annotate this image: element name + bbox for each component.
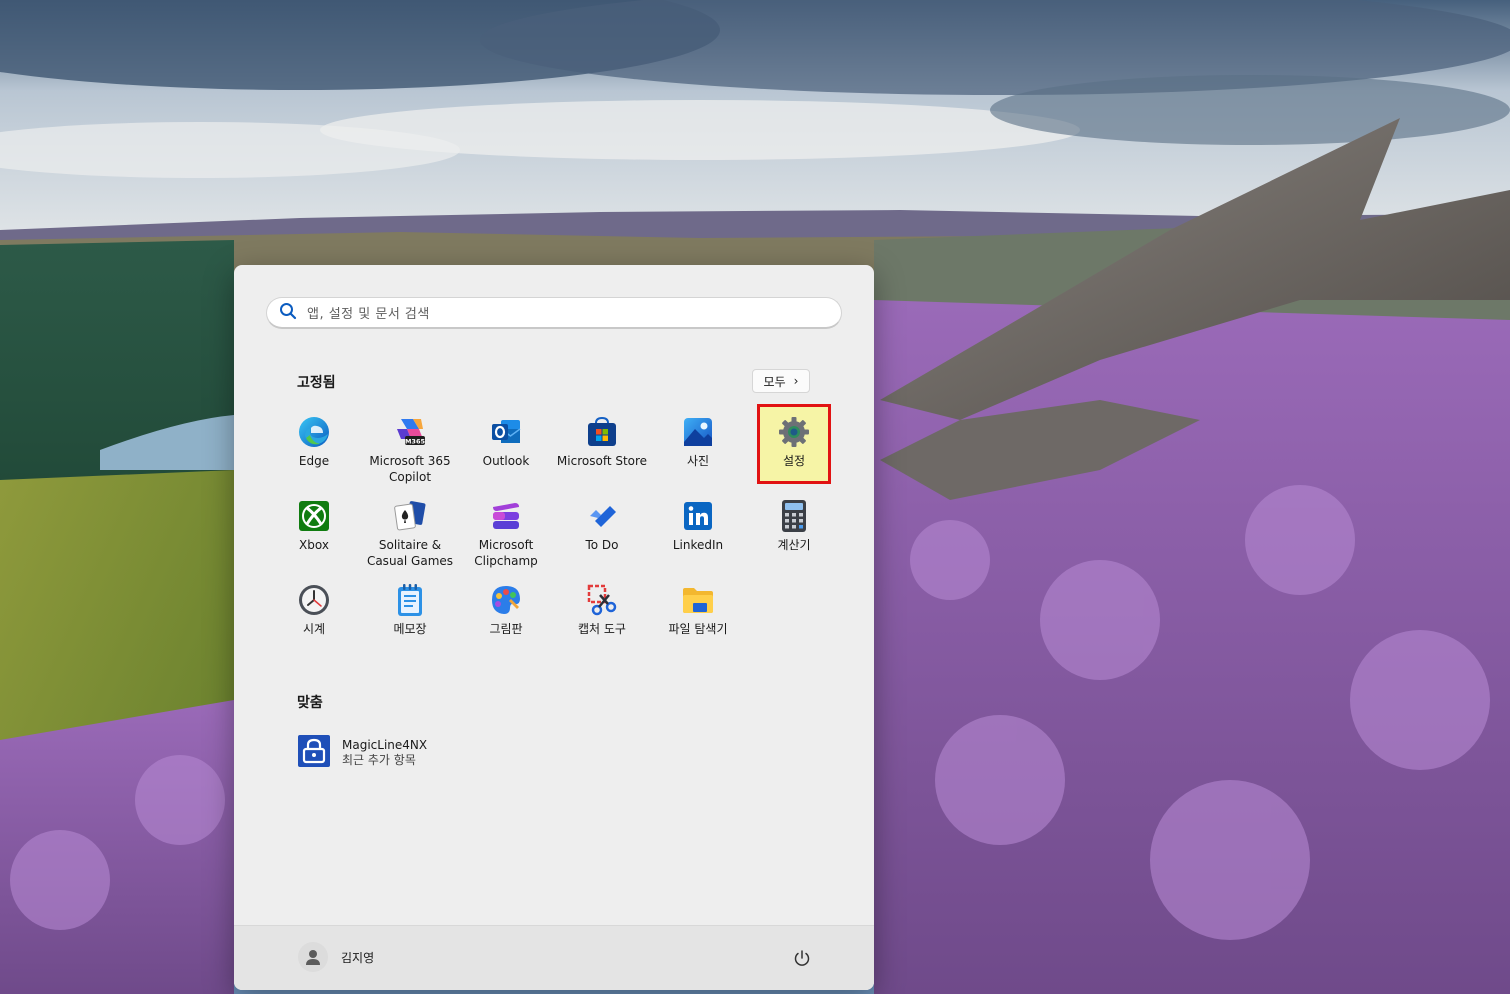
app-label: Microsoft Clipchamp [474, 538, 538, 568]
user-name: 김지영 [341, 950, 375, 965]
notepad-icon [393, 583, 427, 617]
magicline-lock-icon [298, 735, 330, 771]
app-label: 설정 [782, 454, 806, 468]
all-apps-label: 모두 [763, 374, 786, 389]
xbox-icon [297, 499, 331, 533]
app-label: Outlook [482, 454, 530, 468]
clipchamp-icon [489, 499, 523, 533]
pinned-app-snipping-tool[interactable]: 캡처 도구 [554, 573, 650, 657]
power-icon [794, 950, 810, 966]
user-icon [306, 950, 320, 965]
app-label: 시계 [302, 622, 326, 636]
pinned-app-store[interactable]: Microsoft Store [554, 405, 650, 489]
clock-icon [297, 583, 331, 617]
app-label: 캡처 도구 [578, 622, 626, 636]
pinned-app-photos[interactable]: 사진 [650, 405, 746, 489]
search-placeholder: 앱, 설정 및 문서 검색 [307, 307, 430, 322]
search-icon [279, 302, 297, 324]
chevron-right-icon: › [793, 374, 799, 388]
start-menu-footer: 김지영 [234, 925, 874, 990]
app-label: 그림판 [489, 622, 523, 636]
pinned-section-title: 고정됨 [297, 375, 336, 391]
pinned-app-paint[interactable]: 그림판 [458, 573, 554, 657]
recommended-item-subtitle: 최근 추가 항목 [342, 753, 416, 767]
pinned-app-calculator[interactable]: 계산기 [746, 489, 842, 573]
pinned-app-linkedin[interactable]: LinkedIn [650, 489, 746, 573]
pinned-app-clipchamp[interactable]: Microsoft Clipchamp [458, 489, 554, 573]
app-label: 계산기 [777, 538, 811, 552]
pinned-app-clock[interactable]: 시계 [266, 573, 362, 657]
outlook-icon [489, 415, 523, 449]
app-label: Xbox [299, 538, 329, 552]
todo-icon [585, 499, 619, 533]
power-button[interactable] [790, 946, 814, 970]
m365-copilot-icon: M365 [393, 415, 427, 449]
app-label: LinkedIn [672, 538, 724, 552]
edge-icon [297, 415, 331, 449]
linkedin-icon [681, 499, 715, 533]
search-input[interactable]: 앱, 설정 및 문서 검색 [266, 297, 842, 329]
pinned-app-file-explorer[interactable]: 파일 탐색기 [650, 573, 746, 657]
recommended-item-name: MagicLine4NX [342, 738, 428, 752]
pinned-app-outlook[interactable]: Outlook [458, 405, 554, 489]
paint-icon [489, 583, 523, 617]
app-label: Microsoft Store [556, 454, 648, 468]
all-apps-button[interactable]: 모두 › [752, 369, 810, 393]
user-account-button[interactable]: 김지영 [298, 942, 374, 972]
pinned-app-settings[interactable]: 설정 [757, 404, 831, 484]
app-label: To Do [585, 538, 619, 552]
app-label: Microsoft 365 Copilot [369, 454, 451, 484]
snipping-tool-icon [585, 583, 619, 617]
recommended-section-title: 맞춤 [297, 695, 323, 711]
pinned-app-solitaire[interactable]: Solitaire & Casual Games [362, 489, 458, 573]
pinned-app-xbox[interactable]: Xbox [266, 489, 362, 573]
app-label: Solitaire & Casual Games [366, 538, 454, 568]
pinned-app-m365-copilot[interactable]: M365 Microsoft 365 Copilot [362, 405, 458, 489]
solitaire-icon [393, 499, 427, 533]
avatar [298, 942, 328, 972]
store-icon [585, 415, 619, 449]
recommended-item-magicline[interactable]: MagicLine4NX 최근 추가 항목 [298, 735, 518, 771]
svg-text:M365: M365 [405, 438, 426, 446]
app-label: Edge [298, 454, 330, 468]
pinned-app-edge[interactable]: Edge [266, 405, 362, 489]
pinned-app-todo[interactable]: To Do [554, 489, 650, 573]
photos-icon [681, 415, 715, 449]
start-menu: 앱, 설정 및 문서 검색 고정됨 모두 › Edge M365 Microso… [234, 265, 874, 990]
app-label: 메모장 [393, 622, 427, 636]
app-label: 사진 [686, 454, 710, 468]
calculator-icon [777, 499, 811, 533]
settings-gear-icon [777, 415, 811, 449]
pinned-app-notepad[interactable]: 메모장 [362, 573, 458, 657]
file-explorer-icon [681, 583, 715, 617]
app-label: 파일 탐색기 [668, 622, 728, 636]
